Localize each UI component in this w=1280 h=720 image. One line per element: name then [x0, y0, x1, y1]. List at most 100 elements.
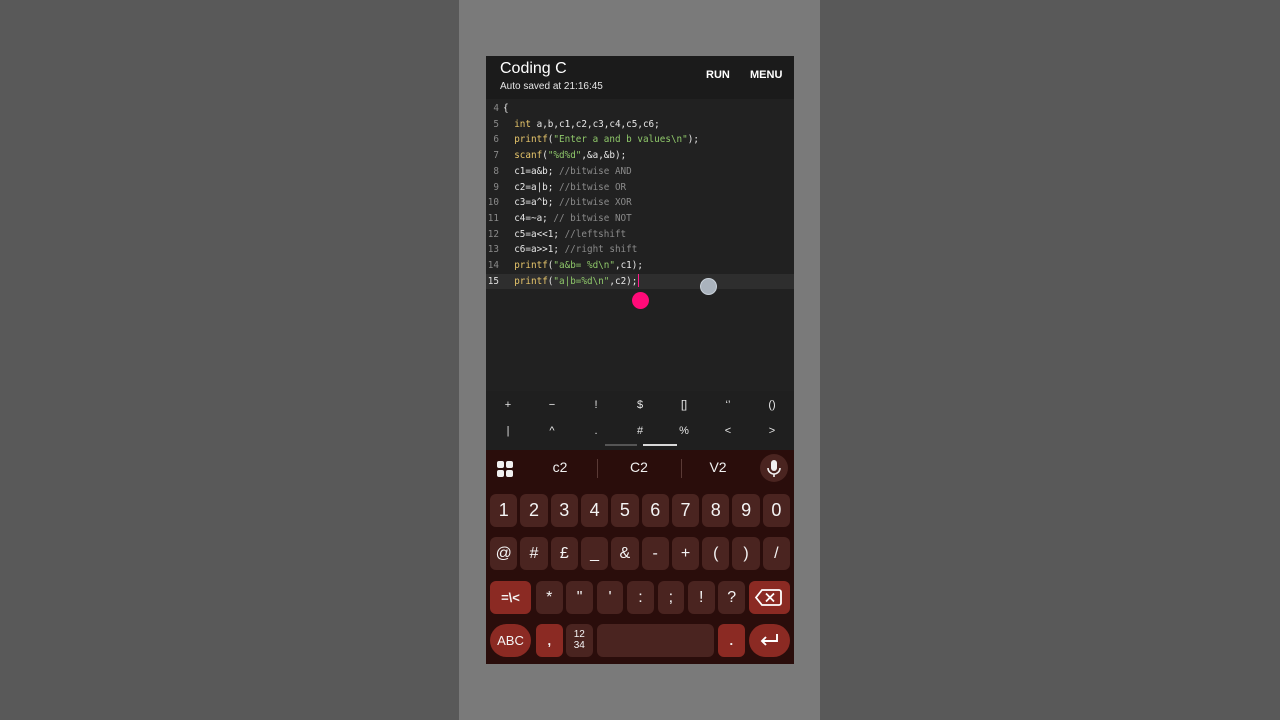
symbol-key[interactable]: () — [750, 399, 794, 411]
line-number: 8 — [493, 165, 499, 177]
symbol-key[interactable]: # — [618, 425, 662, 437]
suggestion-divider — [597, 459, 598, 478]
text-cursor — [638, 274, 639, 287]
code-line[interactable]: 9 c2=a|b; //bitwise OR — [486, 180, 794, 196]
right-backdrop — [820, 0, 1280, 720]
symbol-key[interactable]: * — [536, 581, 563, 614]
symbol-key[interactable]: & — [611, 537, 639, 570]
abc-key[interactable]: ABC — [490, 624, 531, 657]
numpad-key[interactable]: 12 34 — [566, 624, 593, 657]
line-number: 7 — [493, 150, 499, 162]
symbol-key[interactable]: | — [486, 425, 530, 437]
symbol-key[interactable]: @ — [490, 537, 518, 570]
symbol-key[interactable]: ) — [732, 537, 760, 570]
suggestion-1[interactable]: c2 — [530, 459, 590, 475]
key-0[interactable]: 0 — [762, 494, 791, 527]
symbol-key[interactable]: ! — [574, 399, 618, 411]
menu-button[interactable]: MENU — [750, 69, 782, 81]
suggestion-3[interactable]: V2 — [688, 459, 748, 475]
symbol-key[interactable]: ( — [702, 537, 730, 570]
symbol-key[interactable]: ‘’ — [706, 399, 750, 411]
backspace-icon[interactable] — [749, 581, 790, 614]
symbol-key[interactable]: " — [566, 581, 593, 614]
key-7[interactable]: 7 — [671, 494, 700, 527]
symbol-key[interactable]: # — [520, 537, 548, 570]
line-number: 11 — [487, 212, 499, 224]
code-text: { — [503, 103, 509, 114]
symbol-key[interactable]: ' — [596, 581, 624, 614]
code-text: c5=a<<1; //leftshift — [503, 228, 627, 240]
keyboard: c2 C2 V2 1 2 3 4 5 6 7 8 9 0 @ # £ _ & - +() / =\< * " ':;!? A… — [486, 450, 794, 664]
symbol-key[interactable]: ? — [718, 581, 745, 614]
code-line[interactable]: 14 printf("a&b= %d\n",c1); — [486, 258, 794, 274]
line-number: 9 — [493, 181, 499, 193]
phone-screen: Coding C Auto saved at 21:16:45 RUN MENU… — [486, 56, 794, 664]
key-3[interactable]: 3 — [550, 494, 578, 527]
code-line[interactable]: 8 c1=a&b; //bitwise AND — [486, 164, 794, 180]
code-text: c6=a>>1; //right shift — [503, 244, 638, 256]
line-number: 15 — [487, 275, 499, 287]
code-text: scanf("%d%d",&a,&b); — [514, 150, 627, 162]
code-line[interactable]: 12 c5=a<<1; //leftshift — [486, 227, 794, 243]
suggestion-strip: c2 C2 V2 — [486, 450, 794, 486]
code-line[interactable]: 6 printf("Enter a and b values\n"); — [486, 132, 794, 148]
suggestion-2[interactable]: C2 — [609, 459, 669, 475]
key-2[interactable]: 2 — [520, 494, 548, 527]
symbol-key[interactable]: + — [486, 399, 530, 411]
key-4[interactable]: 4 — [580, 494, 609, 527]
symbol-key[interactable]: + — [671, 537, 700, 570]
left-backdrop — [0, 0, 459, 720]
symbol-key[interactable]: [] — [662, 399, 706, 411]
autosave-status: Auto saved at 21:16:45 — [500, 81, 603, 92]
symbols-page-key[interactable]: =\< — [490, 581, 531, 614]
symbol-key[interactable]: ! — [688, 581, 715, 614]
comma-key[interactable]: , — [536, 624, 563, 657]
spacebar[interactable] — [597, 624, 714, 657]
app-title: Coding C — [500, 60, 567, 77]
key-6[interactable]: 6 — [641, 494, 669, 527]
symbol-key[interactable]: > — [750, 425, 794, 437]
symbol-key[interactable]: ; — [657, 581, 685, 614]
code-text: printf("a|b=%d\n",c2); — [514, 275, 638, 287]
page-indicator-1 — [605, 444, 637, 446]
microphone-icon[interactable] — [760, 454, 788, 482]
symbol-key[interactable]: % — [662, 425, 706, 437]
symbol-key[interactable]: / — [762, 537, 791, 570]
period-key[interactable]: . — [718, 624, 745, 657]
symbol-key[interactable]: − — [530, 399, 574, 411]
line-number: 14 — [487, 260, 499, 271]
code-line[interactable]: 7 scanf("%d%d",&a,&b); — [486, 148, 794, 164]
enter-icon[interactable] — [749, 624, 790, 657]
code-line[interactable]: 13 c6=a>>1; //right shift — [486, 242, 794, 258]
key-9[interactable]: 9 — [732, 494, 760, 527]
key-8[interactable]: 8 — [702, 494, 730, 527]
symbol-key[interactable]: $ — [618, 399, 662, 411]
line-number: 5 — [493, 118, 499, 130]
code-editor[interactable]: 4{5 int a,b,c1,c2,c3,c4,c5,c6; 6 printf("… — [486, 99, 794, 391]
cursor-handle[interactable] — [632, 292, 649, 309]
key-1[interactable]: 1 — [490, 494, 518, 527]
code-line[interactable]: 4{ — [486, 101, 794, 117]
symbol-key[interactable]: < — [706, 425, 750, 437]
line-number: 12 — [487, 228, 499, 240]
symbol-key[interactable]: - — [641, 537, 669, 570]
symbol-key[interactable]: £ — [550, 537, 578, 570]
line-number: 13 — [487, 244, 499, 256]
key-5[interactable]: 5 — [611, 494, 639, 527]
code-line[interactable]: 11 c4=~a; // bitwise NOT — [486, 211, 794, 227]
run-button[interactable]: RUN — [706, 69, 730, 81]
code-text: printf("Enter a and b values\n"); — [514, 134, 699, 146]
code-line[interactable]: 15 printf("a|b=%d\n",c2); — [486, 273, 794, 290]
code-line[interactable]: 5 int a,b,c1,c2,c3,c4,c5,c6; — [486, 117, 794, 133]
code-line[interactable]: 10 c3=a^b; //bitwise XOR — [486, 195, 794, 211]
code-text: printf("a&b= %d\n",c1); — [514, 260, 643, 271]
app-bar: Coding C Auto saved at 21:16:45 RUN MENU — [486, 56, 794, 99]
symbol-key[interactable]: . — [574, 425, 618, 437]
symbol-key[interactable]: : — [627, 581, 654, 614]
apps-grid-icon[interactable] — [497, 461, 514, 478]
code-text: c2=a|b; //bitwise OR — [503, 181, 627, 193]
symbol-key[interactable]: ^ — [530, 425, 574, 437]
code-text: c4=~a; // bitwise NOT — [503, 212, 632, 224]
symbol-key[interactable]: _ — [580, 537, 609, 570]
code-text: c1=a&b; //bitwise AND — [503, 165, 632, 177]
